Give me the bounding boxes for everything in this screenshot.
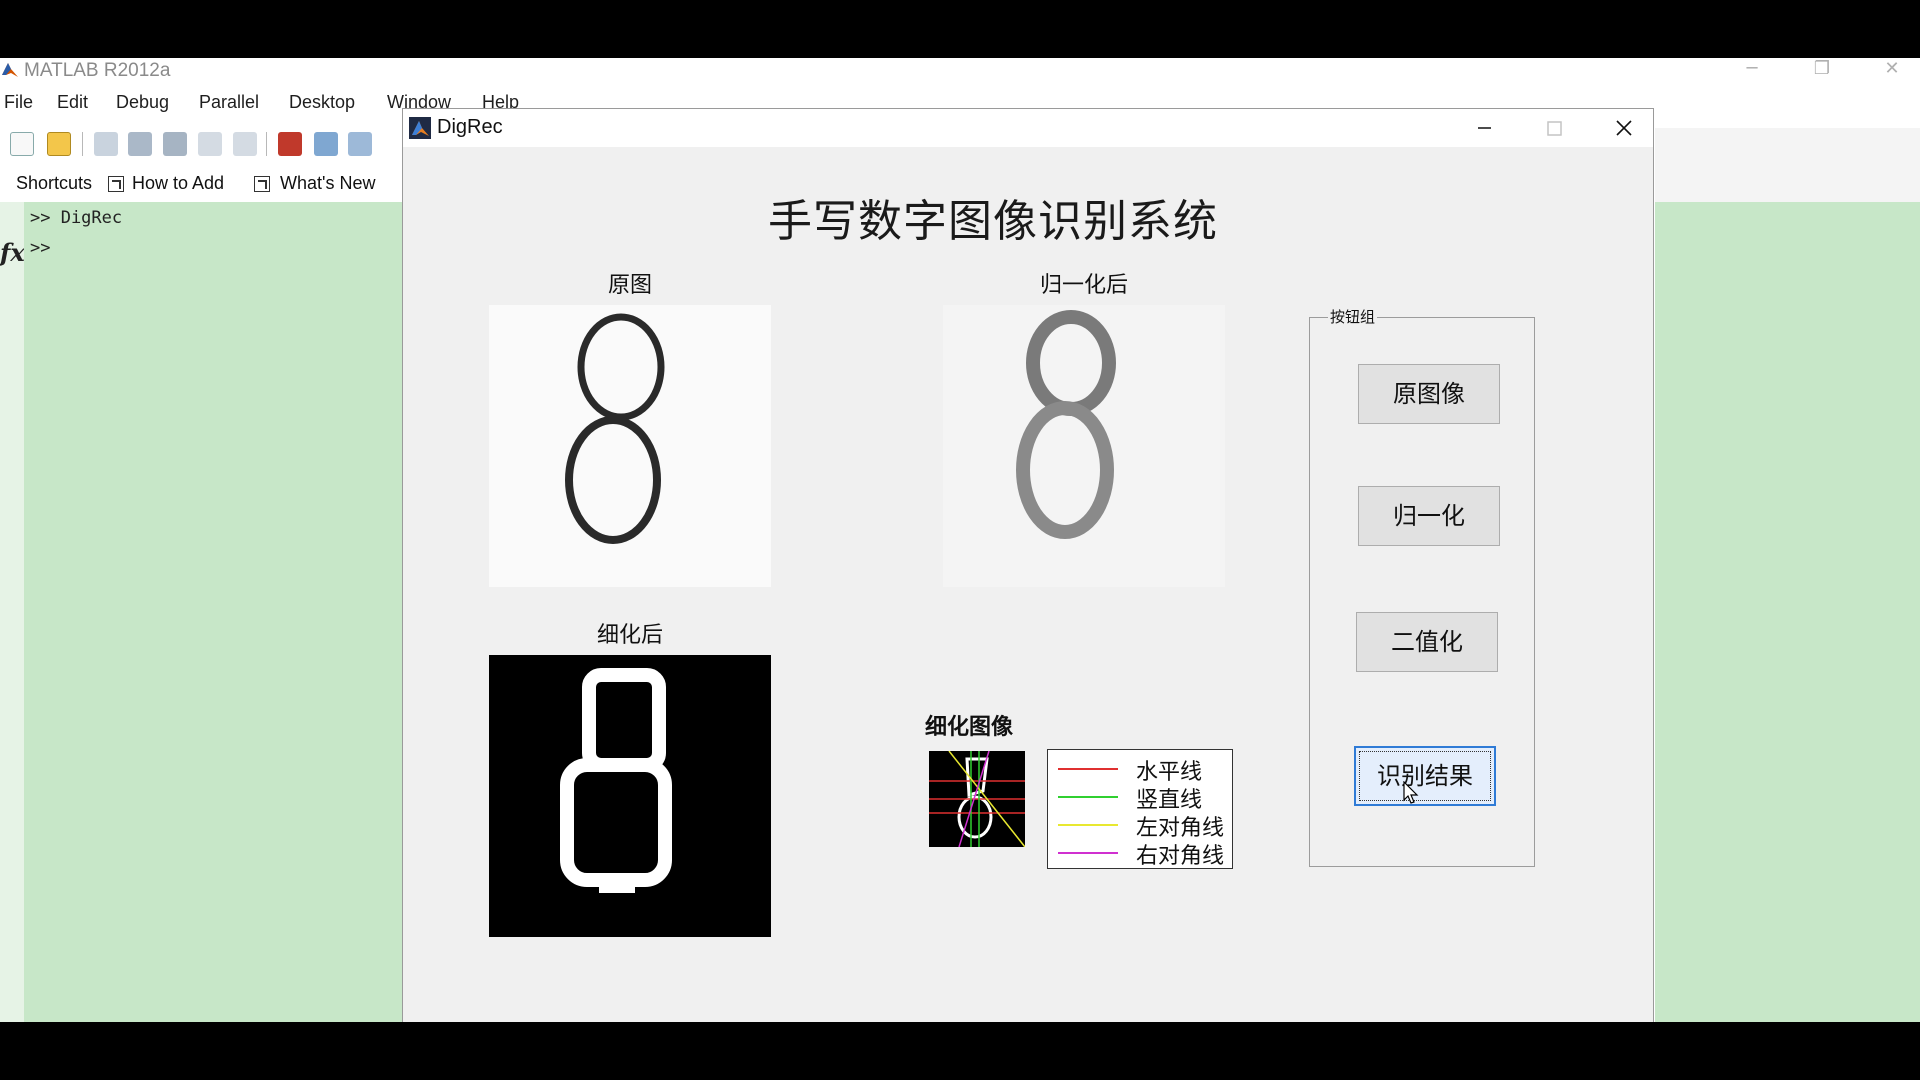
matlab-toolbar: [0, 128, 400, 158]
thinned-label: 细化后: [596, 623, 663, 648]
matlab-logo-icon: [409, 117, 431, 139]
menu-file[interactable]: File: [4, 92, 33, 113]
mouse-cursor-icon: [1403, 781, 1419, 804]
copy-icon[interactable]: [128, 132, 152, 156]
command-window-gutter: [0, 202, 24, 1022]
recognition-result-button[interactable]: 识别结果: [1354, 746, 1496, 806]
command-line: >> DigRec: [30, 208, 123, 228]
original-label: 原图: [607, 273, 652, 298]
page-title: 手写数字图像识别系统: [768, 196, 1218, 247]
menu-edit[interactable]: Edit: [57, 92, 88, 113]
normalize-button[interactable]: 归一化: [1358, 486, 1500, 546]
profiler-icon[interactable]: [348, 132, 372, 156]
cut-icon[interactable]: [94, 132, 118, 156]
shortcut-link-icon: [108, 176, 124, 192]
legend-item: 左对角线: [1058, 810, 1228, 841]
legend-swatch: [1058, 852, 1118, 854]
undo-icon[interactable]: [198, 132, 222, 156]
shortcut-link-icon: [254, 176, 270, 192]
redo-icon[interactable]: [233, 132, 257, 156]
legend: 水平线 竖直线 左对角线 右对角线: [1047, 749, 1233, 869]
thin-image-axes: [929, 750, 1026, 848]
toolbar-separator: [82, 132, 83, 156]
legend-swatch: [1058, 796, 1118, 798]
fx-icon[interactable]: fx: [0, 238, 25, 267]
matlab-title: MATLAB R2012a: [24, 60, 171, 81]
binarize-button[interactable]: 二值化: [1356, 612, 1498, 672]
thinned-image: [489, 655, 771, 937]
menu-desktop[interactable]: Desktop: [289, 92, 355, 113]
original-image: [489, 305, 771, 587]
menu-parallel[interactable]: Parallel: [199, 92, 259, 113]
minimize-icon[interactable]: [1461, 113, 1507, 143]
simulink-icon[interactable]: [278, 132, 302, 156]
menu-debug[interactable]: Debug: [116, 92, 169, 113]
open-folder-icon[interactable]: [47, 132, 71, 156]
paste-icon[interactable]: [163, 132, 187, 156]
legend-swatch: [1058, 824, 1118, 826]
digrec-window: DigRec 手写数字图像识别系统 原图 归一化后 细化后 细化图像 水平线 竖…: [402, 108, 1654, 1022]
normalized-image: [943, 305, 1225, 587]
legend-item: 右对角线: [1058, 838, 1228, 869]
toolbar-separator: [266, 132, 267, 156]
matlab-logo-icon: [2, 63, 18, 77]
button-group: 按钮组 原图像 归一化 二值化 识别结果: [1309, 306, 1535, 867]
command-prompt[interactable]: >>: [30, 238, 50, 258]
thin-image-label: 细化图像: [925, 715, 1014, 740]
original-image-button[interactable]: 原图像: [1358, 364, 1500, 424]
matlab-restore-button[interactable]: ❐: [1802, 58, 1842, 82]
matlab-minimize-button[interactable]: ─: [1732, 58, 1772, 82]
shortcuts-bar: Shortcuts How to Add What's New: [0, 170, 400, 198]
how-to-add-link[interactable]: How to Add: [132, 173, 224, 194]
close-icon[interactable]: [1601, 113, 1647, 143]
new-file-icon[interactable]: [10, 132, 34, 156]
whats-new-link[interactable]: What's New: [280, 173, 375, 194]
legend-label: 右对角线: [1136, 844, 1225, 869]
normalized-label: 归一化后: [1039, 273, 1128, 298]
digrec-title-bar: DigRec: [403, 109, 1653, 147]
legend-item: 水平线: [1058, 754, 1228, 785]
digrec-title: DigRec: [437, 116, 503, 138]
maximize-icon[interactable]: [1531, 113, 1577, 143]
guide-icon[interactable]: [314, 132, 338, 156]
matlab-title-bar: MATLAB R2012a ─ ❐ ✕: [0, 58, 1920, 82]
legend-item: 竖直线: [1058, 782, 1228, 813]
button-group-title: 按钮组: [1328, 306, 1378, 327]
shortcuts-label[interactable]: Shortcuts: [16, 173, 92, 194]
matlab-side-panel: [1655, 202, 1920, 1022]
matlab-close-button[interactable]: ✕: [1872, 58, 1912, 82]
legend-swatch: [1058, 768, 1118, 770]
command-window[interactable]: >> DigRec >>: [24, 202, 404, 1022]
